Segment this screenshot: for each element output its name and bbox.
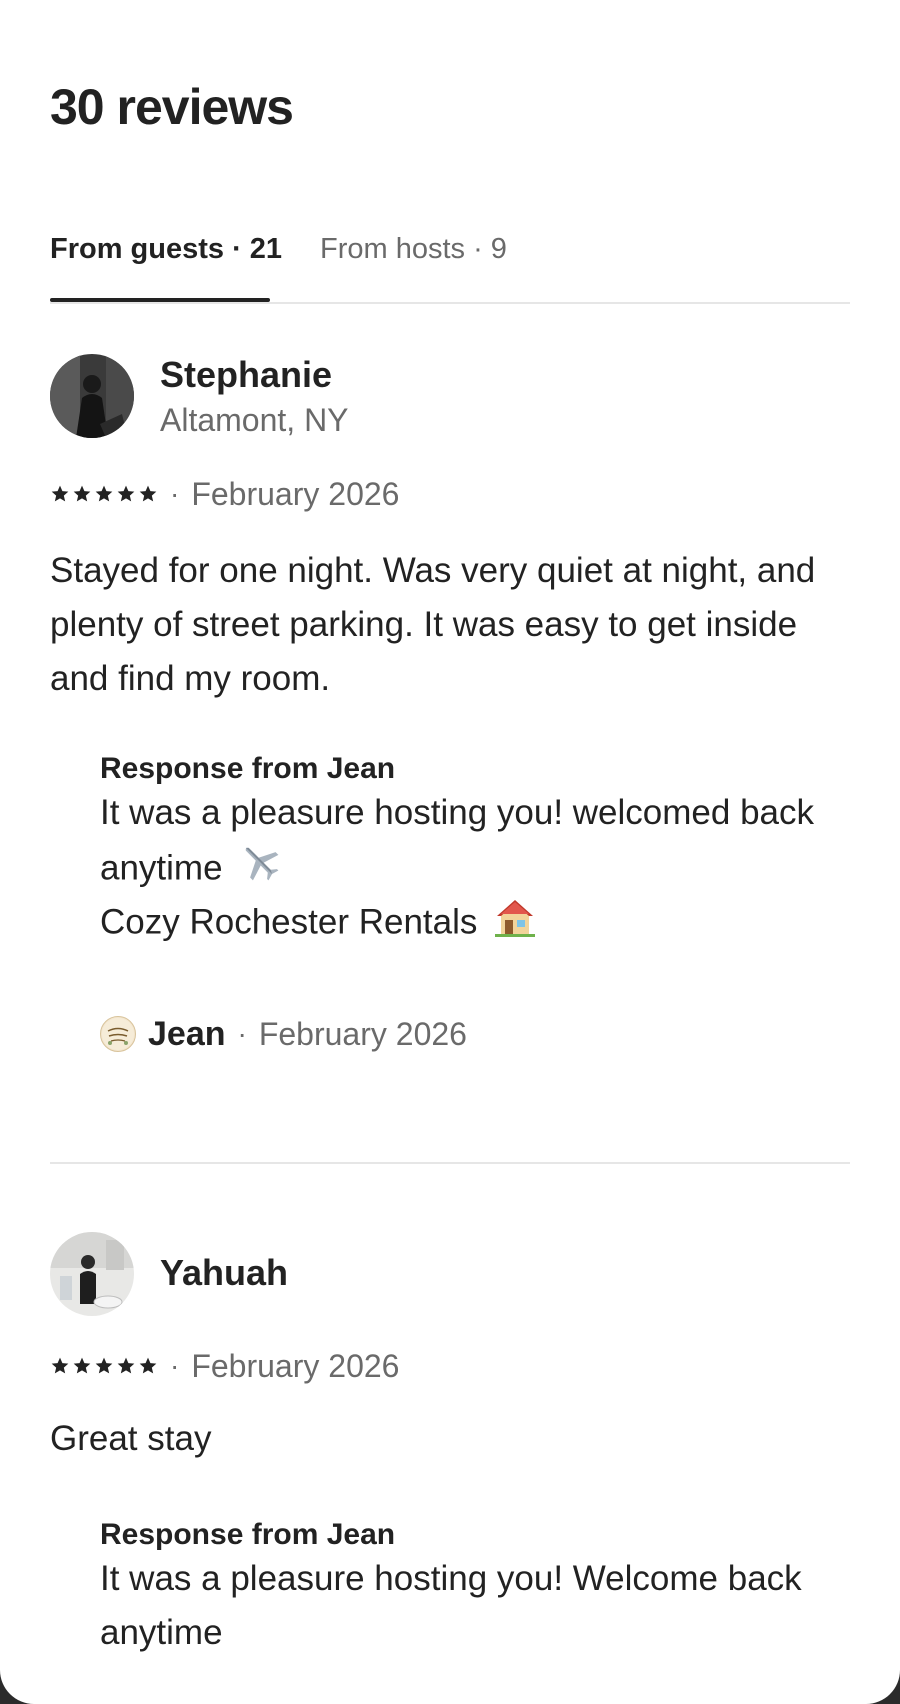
reviewer-name[interactable]: Yahuah [160, 1252, 288, 1294]
review-tabs: From guests · 21 From hosts · 9 [50, 226, 850, 304]
reviewer-name[interactable]: Stephanie [160, 354, 332, 396]
tab-label: From hosts · 9 [320, 233, 507, 265]
star-icon [95, 1357, 113, 1374]
meta-separator: · [170, 478, 180, 509]
reviewer-location: Altamont, NY [160, 402, 349, 438]
active-tab-indicator [50, 298, 270, 302]
star-icon [117, 485, 135, 502]
reviews-sheet: 30 reviews From guests · 21 From hosts ·… [0, 0, 900, 1704]
star-icon [51, 485, 69, 502]
meta-separator: · [170, 1350, 180, 1381]
meta-separator: · [237, 1018, 247, 1049]
response-text: It was a pleasure hosting you! welcomed … [100, 793, 814, 888]
host-response: Response from Jean It was a pleasure hos… [100, 1518, 850, 1678]
tab-from-guests[interactable]: From guests · 21 [50, 226, 283, 302]
review-text: Great stay [50, 1419, 212, 1458]
review-date: February 2026 [191, 475, 400, 512]
review-item: Yahuah · February 2026 Great stay Respon… [50, 1232, 850, 1692]
response-text: It was a pleasure hosting you! Welcome b… [100, 1559, 802, 1652]
star-icon [139, 485, 157, 502]
host-response: Response from Jean It was a pleasure hos… [100, 752, 850, 1062]
review-text: Stayed for one night. Was very quiet at … [50, 551, 816, 698]
response-signature: Cozy Rochester Rentals [100, 902, 478, 942]
airplane-icon [238, 840, 282, 900]
reviewer-avatar[interactable] [50, 354, 134, 438]
review-meta: · February 2026 [50, 1346, 399, 1386]
star-icon [95, 485, 113, 502]
star-icon [73, 485, 91, 502]
response-text-line1: It was a pleasure hosting you! welcomed … [100, 786, 850, 900]
response-title: Response from Jean [100, 1518, 396, 1551]
tab-from-hosts[interactable]: From hosts · 9 [320, 226, 507, 300]
host-logo-icon [102, 1018, 134, 1050]
page-title: 30 reviews [50, 79, 294, 135]
avatar-photo-icon [50, 354, 134, 438]
response-title: Response from Jean [100, 752, 396, 785]
host-avatar[interactable] [100, 1016, 136, 1052]
host-name[interactable]: Jean [148, 1015, 226, 1054]
avatar-photo-icon [50, 1232, 134, 1316]
response-date: February 2026 [258, 1015, 467, 1052]
star-icon [139, 1357, 157, 1374]
star-icon [117, 1357, 135, 1374]
tab-label: From guests · 21 [50, 233, 283, 265]
reviewer-avatar[interactable] [50, 1232, 134, 1316]
house-icon [493, 894, 537, 954]
star-icon [51, 1357, 69, 1374]
response-author: Jean · February 2026 [100, 1014, 467, 1054]
star-rating [50, 1356, 158, 1376]
review-meta: · February 2026 [50, 474, 399, 514]
review-divider [50, 1162, 850, 1164]
star-icon [73, 1357, 91, 1374]
star-rating [50, 484, 158, 504]
review-item: Stephanie Altamont, NY · February 2026 S… [50, 354, 850, 1094]
review-date: February 2026 [191, 1347, 400, 1384]
response-text-line2: Cozy Rochester Rentals [100, 894, 850, 954]
